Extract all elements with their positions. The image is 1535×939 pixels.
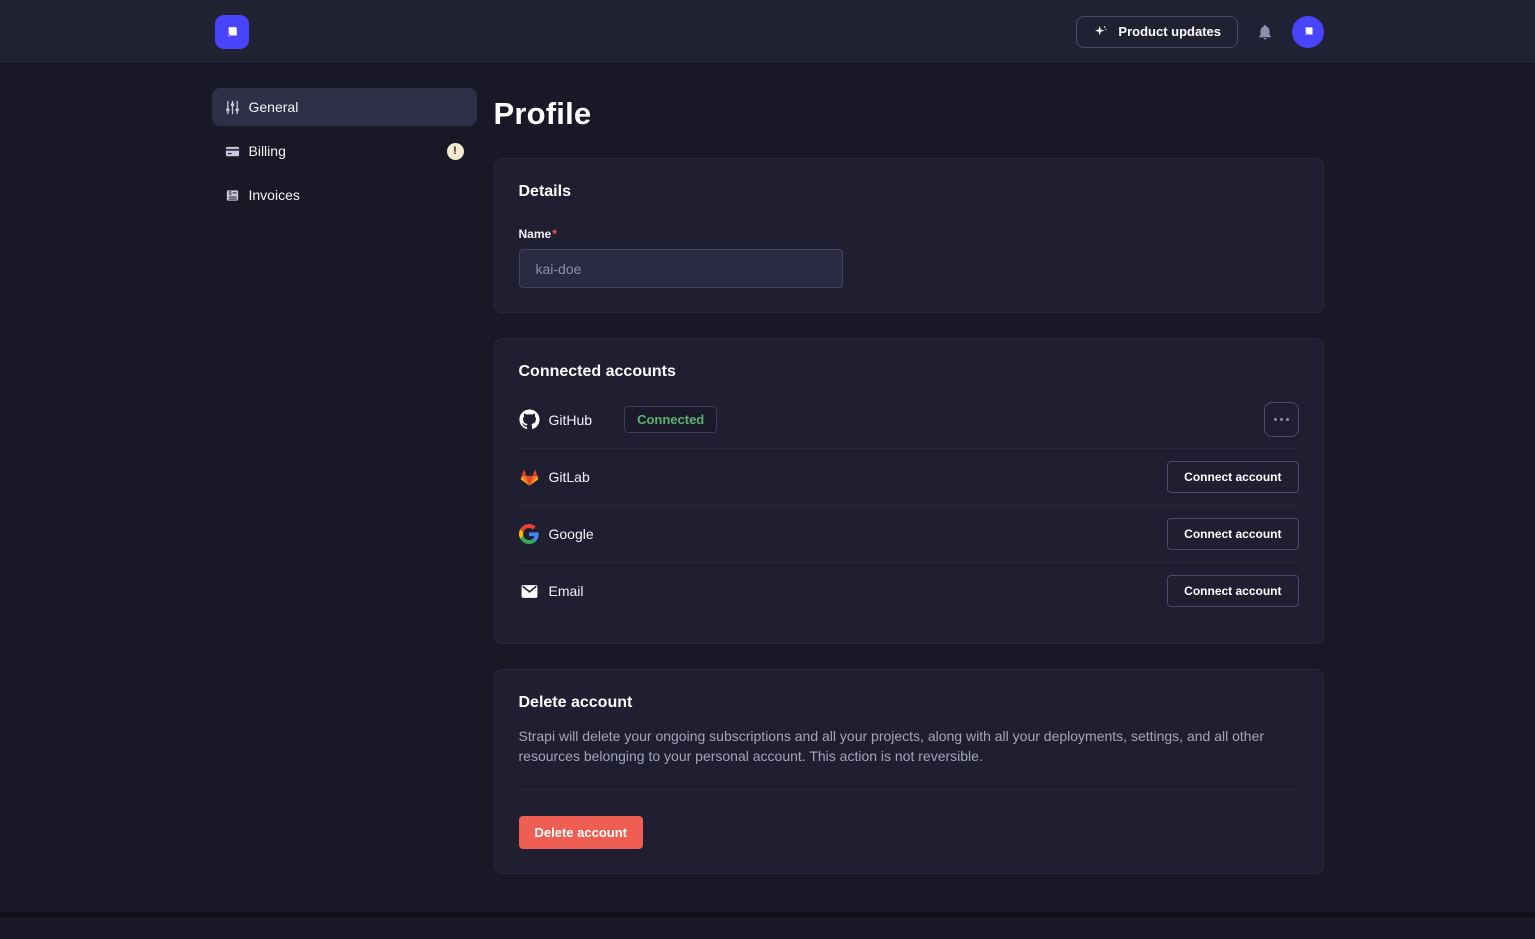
sidebar-item-label: General bbox=[249, 99, 299, 115]
sidebar-item-billing[interactable]: Billing ! bbox=[212, 132, 477, 170]
github-more-options-button[interactable] bbox=[1264, 402, 1299, 437]
account-row-github: GitHub Connected bbox=[519, 391, 1299, 448]
bottom-edge-strip bbox=[0, 912, 1535, 917]
delete-account-card: Delete account Strapi will delete your o… bbox=[494, 669, 1324, 874]
strapi-logo[interactable] bbox=[215, 15, 249, 49]
dot bbox=[1274, 418, 1277, 421]
details-title: Details bbox=[519, 183, 1299, 201]
connected-accounts-title: Connected accounts bbox=[519, 363, 1299, 381]
main-content: Profile Details Name* Connected accounts bbox=[494, 88, 1324, 939]
email-connect-account-button[interactable]: Connect account bbox=[1167, 575, 1298, 607]
avatar-strapi-glyph-icon bbox=[1300, 23, 1317, 40]
required-asterisk: * bbox=[552, 227, 557, 241]
sidebar-item-general[interactable]: General bbox=[212, 88, 477, 126]
connected-accounts-list: GitHub Connected bbox=[519, 391, 1299, 619]
user-avatar[interactable] bbox=[1292, 16, 1324, 48]
page-container: General Billing ! $ Invoices Profile bbox=[212, 64, 1324, 939]
google-connect-account-button[interactable]: Connect account bbox=[1167, 518, 1298, 550]
strapi-logo-icon bbox=[222, 22, 242, 42]
name-input[interactable] bbox=[519, 249, 843, 288]
notifications-button[interactable] bbox=[1254, 21, 1276, 43]
account-name: Email bbox=[549, 583, 584, 599]
name-label-text: Name bbox=[519, 227, 552, 241]
gitlab-connect-account-button[interactable]: Connect account bbox=[1167, 461, 1298, 493]
connected-status-badge: Connected bbox=[624, 406, 717, 433]
invoice-icon: $ bbox=[225, 188, 240, 203]
google-icon bbox=[519, 524, 540, 545]
sliders-icon bbox=[225, 100, 240, 115]
product-updates-label: Product updates bbox=[1118, 24, 1221, 39]
bell-icon bbox=[1256, 23, 1274, 41]
name-field-group: Name* bbox=[519, 225, 1299, 288]
details-card: Details Name* bbox=[494, 158, 1324, 313]
page-title: Profile bbox=[494, 96, 1324, 132]
account-name: GitLab bbox=[549, 469, 590, 485]
delete-account-description: Strapi will delete your ongoing subscrip… bbox=[519, 726, 1299, 767]
dot bbox=[1280, 418, 1283, 421]
delete-account-button[interactable]: Delete account bbox=[519, 816, 643, 849]
settings-sidebar: General Billing ! $ Invoices bbox=[212, 88, 477, 939]
account-row-google: Google Connect account bbox=[519, 505, 1299, 562]
divider bbox=[519, 789, 1299, 790]
account-name: Google bbox=[549, 526, 594, 542]
github-icon bbox=[519, 409, 540, 430]
sparkles-icon bbox=[1093, 24, 1109, 40]
dot bbox=[1286, 418, 1289, 421]
connected-accounts-card: Connected accounts GitHub Connected bbox=[494, 338, 1324, 644]
account-name: GitHub bbox=[549, 412, 593, 428]
sidebar-item-label: Billing bbox=[249, 143, 286, 159]
credit-card-icon bbox=[225, 144, 240, 159]
top-navigation-bar: Product updates bbox=[0, 0, 1535, 64]
email-icon bbox=[519, 581, 540, 602]
product-updates-button[interactable]: Product updates bbox=[1076, 16, 1238, 48]
billing-warning-badge: ! bbox=[447, 143, 464, 160]
name-label: Name* bbox=[519, 227, 557, 241]
account-row-email: Email Connect account bbox=[519, 562, 1299, 619]
sidebar-item-label: Invoices bbox=[249, 187, 300, 203]
sidebar-item-invoices[interactable]: $ Invoices bbox=[212, 176, 477, 214]
svg-text:$: $ bbox=[228, 190, 231, 196]
delete-account-title: Delete account bbox=[519, 694, 1299, 712]
gitlab-icon bbox=[519, 467, 540, 488]
topbar-actions: Product updates bbox=[1076, 16, 1324, 48]
account-row-gitlab: GitLab Connect account bbox=[519, 448, 1299, 505]
